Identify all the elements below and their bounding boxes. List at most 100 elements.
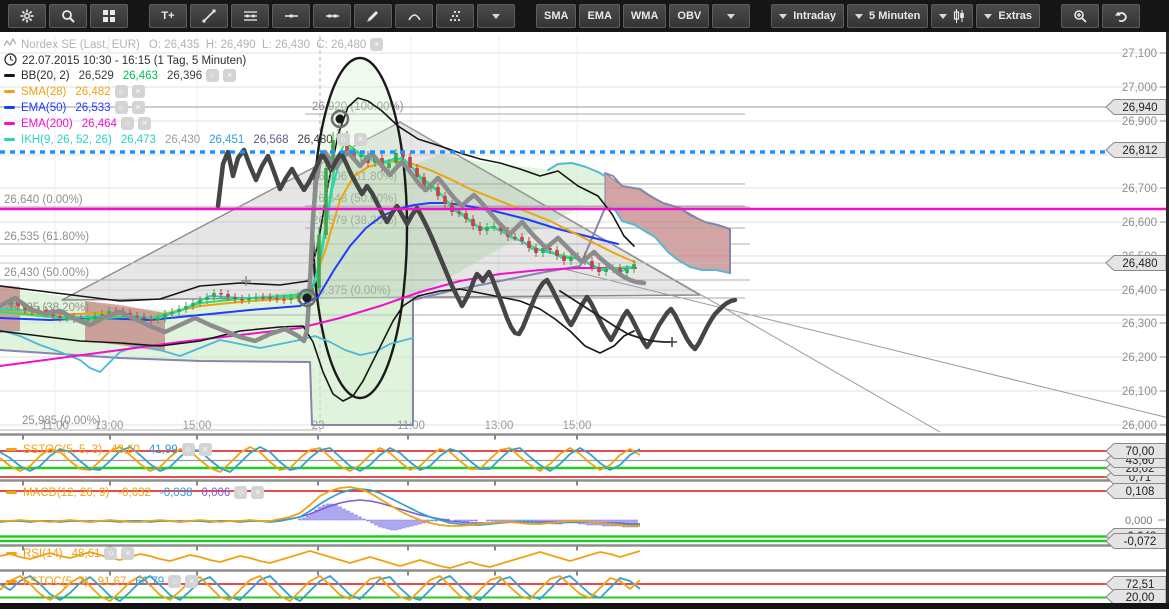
pencil-icon [366, 9, 380, 23]
close-icon[interactable]: × [132, 85, 145, 98]
undo-button[interactable] [1102, 4, 1140, 28]
close-icon[interactable]: × [185, 575, 198, 588]
waveform-icon [4, 37, 16, 52]
sstoc-label: SSTOC(5, 5, 3) [23, 444, 102, 456]
fibonacci-tool-button[interactable] [231, 4, 269, 28]
horizontal-line-tool-button[interactable] [272, 4, 310, 28]
macd-hist-value: 0,006 [202, 487, 231, 499]
svg-text:26,400: 26,400 [1122, 285, 1157, 297]
settings-circle-icon[interactable]: ○ [337, 133, 350, 146]
rsi-swatch [6, 552, 17, 555]
settings-circle-icon[interactable]: ○ [121, 117, 134, 130]
ema50-swatch [4, 106, 15, 109]
ema-button[interactable]: EMA [579, 4, 619, 28]
svg-text:11:00: 11:00 [397, 420, 425, 432]
settings-circle-icon[interactable]: ○ [206, 69, 219, 82]
fstoc-k-value: 91,67 [98, 576, 127, 588]
ikh-tenkan-value: 26,473 [121, 134, 156, 146]
timeframe-dropdown[interactable]: 5 Minuten [847, 4, 928, 28]
settings-circle-icon[interactable]: ○ [234, 486, 247, 499]
ikh-chikou-value: 26,451 [209, 134, 244, 146]
settings-circle-icon[interactable]: ○ [168, 575, 181, 588]
wma-button[interactable]: WMA [623, 4, 667, 28]
arc-tool-button[interactable] [395, 4, 433, 28]
legend-row-rsi: RSI(14) 48,61 ○× [6, 547, 134, 560]
legend-row-fstoc: FSTOC(5, 3) 91,67 66,79 ○× [6, 575, 198, 588]
sstoc-d-value: 41,99 [149, 444, 178, 456]
close-icon[interactable]: × [251, 486, 264, 499]
zoom-in-button[interactable] [1061, 4, 1099, 28]
obv-label: OBV [677, 10, 701, 22]
chart-type-dropdown[interactable] [931, 4, 973, 28]
trendline-tool-button[interactable] [190, 4, 228, 28]
settings-circle-icon[interactable]: ○ [104, 547, 117, 560]
candlestick-icon [953, 9, 965, 23]
settings-button[interactable] [8, 4, 46, 28]
close-icon[interactable]: × [370, 38, 383, 51]
settings-circle-icon[interactable]: ○ [115, 101, 128, 114]
text-tool-button[interactable]: T+ [149, 4, 187, 28]
close-icon[interactable]: × [121, 547, 134, 560]
indicators-dropdown[interactable] [712, 4, 750, 28]
layout-button[interactable] [90, 4, 128, 28]
bb-label: BB(20, 2) [21, 70, 70, 82]
search-button[interactable] [49, 4, 87, 28]
legend-row-macd: MACD(12, 26, 9) -0,032 -0,038 0,006 ○× [6, 486, 264, 499]
horizontal-line-icon [284, 9, 299, 23]
chevron-down-icon [984, 14, 992, 19]
sstoc-k-value: 43,60 [111, 444, 140, 456]
chevron-down-icon [855, 14, 863, 19]
wma-label: WMA [631, 10, 659, 22]
legend-row-symbol: Nordex SE (Last, EUR) O: 26,435 H: 26,49… [4, 37, 383, 52]
bb-upper-value: 26,529 [79, 70, 114, 82]
chevron-down-icon [727, 14, 735, 19]
svg-text:27,100: 27,100 [1122, 48, 1157, 60]
legend-row-ema200: EMA(200) 26,464 ○× [4, 117, 151, 130]
date-range-label: 22.07.2015 10:30 - 16:15 (1 Tag, 5 Minut… [22, 55, 246, 67]
svg-text:70,00: 70,00 [1126, 446, 1155, 458]
svg-text:0,108: 0,108 [1126, 486, 1155, 498]
ema200-swatch [4, 122, 15, 125]
bb-swatch [4, 74, 15, 77]
horizontal-ray-tool-button[interactable] [313, 4, 351, 28]
close-icon[interactable]: × [199, 443, 212, 456]
drawing-tools-dropdown[interactable] [477, 4, 515, 28]
rsi-label: RSI(14) [23, 548, 63, 560]
pattern-tool-button[interactable] [436, 4, 474, 28]
svg-text:26,480: 26,480 [1122, 258, 1157, 270]
svg-text:26,300: 26,300 [1122, 318, 1157, 330]
ikh-label: IKH(9, 26, 52, 26) [21, 134, 112, 146]
extras-label: Extras [998, 10, 1032, 22]
extras-dropdown[interactable]: Extras [976, 4, 1040, 28]
settings-circle-icon[interactable]: ○ [182, 443, 195, 456]
close-icon[interactable]: × [138, 117, 151, 130]
ema50-label: EMA(50) [21, 102, 66, 114]
fstoc-d-value: 66,79 [135, 576, 164, 588]
dots-pattern-icon [448, 9, 462, 23]
text-plus-icon: T+ [161, 10, 174, 22]
svg-text:26,430 (50.00%): 26,430 (50.00%) [4, 267, 89, 279]
intraday-label: Intraday [793, 10, 836, 22]
ohlc-values: O: 26,435 H: 26,490 L: 26,430 C: 26,480 [149, 39, 366, 51]
svg-text:-0,072: -0,072 [1124, 536, 1157, 548]
ema200-value: 26,464 [82, 118, 117, 130]
intraday-dropdown[interactable]: Intraday [771, 4, 844, 28]
legend-row-ikh: IKH(9, 26, 52, 26) 26,473 26,430 26,451 … [4, 133, 367, 146]
chevron-down-icon [779, 14, 787, 19]
chevron-down-icon [939, 14, 947, 19]
top-toolbar: T+ SMA EMA WMA OBV Intraday 5 Minuten Ex… [0, 0, 1169, 32]
freehand-tool-button[interactable] [354, 4, 392, 28]
sma-value: 26,482 [75, 86, 110, 98]
chart-canvas[interactable]: 26,640 (0.00%)26,535 (61.80%)26,430 (50.… [0, 0, 1169, 609]
obv-button[interactable]: OBV [669, 4, 709, 28]
close-icon[interactable]: × [223, 69, 236, 82]
settings-circle-icon[interactable]: ○ [115, 85, 128, 98]
svg-text:13:00: 13:00 [485, 420, 514, 432]
sma-button[interactable]: SMA [536, 4, 576, 28]
close-icon[interactable]: × [132, 101, 145, 114]
legend-row-ema50: EMA(50) 26,533 ○× [4, 101, 145, 114]
legend-row-bb: BB(20, 2) 26,529 26,463 26,396 ○× [4, 69, 236, 82]
close-icon[interactable]: × [354, 133, 367, 146]
svg-text:26,940: 26,940 [1122, 102, 1157, 114]
ikh-swatch [4, 138, 15, 141]
